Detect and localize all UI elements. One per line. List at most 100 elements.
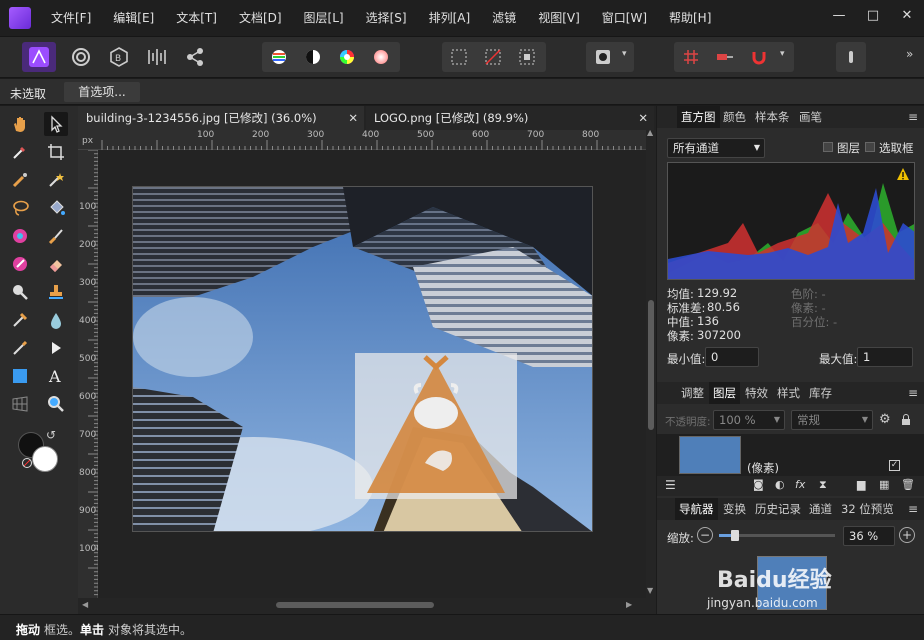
selection-marquee-icon[interactable] (444, 42, 474, 72)
invert-selection-icon[interactable] (512, 42, 542, 72)
export-persona-icon[interactable] (180, 42, 210, 72)
tab-colour[interactable]: 颜色 (723, 106, 746, 128)
vertical-scroll-thumb[interactable] (648, 300, 654, 430)
deselect-icon[interactable] (478, 42, 508, 72)
alignment-icon[interactable] (710, 42, 740, 72)
horizontal-scroll-thumb[interactable] (276, 602, 434, 608)
menu-edit[interactable]: 编辑[E] (102, 0, 165, 36)
minimize-button[interactable]: — (822, 0, 856, 36)
tab-stock[interactable]: 库存 (809, 382, 832, 404)
maximize-button[interactable]: □ (856, 0, 890, 36)
photo-persona-icon[interactable] (22, 42, 56, 72)
zoom-tool-icon[interactable] (44, 392, 68, 416)
crop-tool-icon[interactable] (44, 140, 68, 164)
paint-brush-tool-icon[interactable] (44, 224, 68, 248)
white-balance-icon[interactable] (366, 42, 396, 72)
tab-logo-document[interactable]: LOGO.png [已修改] (89.9%) ✕ (366, 106, 654, 130)
inpainting-brush-tool-icon[interactable] (8, 336, 32, 360)
min-input[interactable]: 0 (705, 347, 759, 367)
tab-swatches[interactable]: 样本条 (755, 106, 790, 128)
zoom-slider-handle[interactable] (731, 530, 739, 541)
hand-tool-icon[interactable] (8, 112, 32, 136)
canvas-area[interactable] (98, 150, 646, 598)
opacity-input[interactable]: 100 % ▼ (713, 410, 785, 430)
tab-building-document[interactable]: building-3-1234556.jpg [已修改] (36.0%) ✕ (78, 106, 364, 130)
menu-select[interactable]: 选择[S] (355, 0, 418, 36)
blur-tool-icon[interactable] (44, 308, 68, 332)
levels-icon[interactable] (264, 42, 294, 72)
move-tool-icon[interactable] (44, 112, 68, 136)
fx-icon[interactable]: fx (795, 478, 805, 491)
channel-select[interactable]: 所有通道 ▼ (667, 138, 765, 158)
panel-menu-icon[interactable]: ≡ (908, 382, 918, 404)
rectangle-tool-icon[interactable] (8, 364, 32, 388)
color-dodge-tool-icon[interactable] (8, 252, 32, 276)
tone-mapping-persona-icon[interactable] (142, 42, 172, 72)
secondary-color-swatch[interactable] (32, 446, 58, 472)
menu-filters[interactable]: 滤镜 (481, 0, 527, 36)
flood-fill-tool-icon[interactable] (44, 196, 68, 220)
selection-brush-tool-icon[interactable] (8, 168, 32, 192)
document-canvas[interactable] (132, 186, 593, 532)
chevron-down-icon[interactable]: ▾ (780, 49, 785, 59)
preferences-button[interactable]: 首选项... (64, 82, 140, 102)
contrast-icon[interactable] (298, 42, 328, 72)
tab-history[interactable]: 历史记录 (755, 498, 801, 520)
flood-select-tool-icon[interactable] (44, 168, 68, 192)
scroll-up-icon[interactable]: ▲ (647, 128, 653, 137)
lock-icon[interactable] (901, 414, 911, 426)
tab-histogram[interactable]: 直方图 (677, 106, 720, 128)
no-color-icon[interactable] (22, 458, 32, 468)
menu-file[interactable]: 文件[F] (40, 0, 102, 36)
pixel-layer-icon[interactable]: ▦ (879, 478, 889, 491)
live-filter-icon[interactable]: ⧗ (819, 478, 827, 492)
menu-window[interactable]: 窗口[W] (591, 0, 658, 36)
menu-layer[interactable]: 图层[L] (293, 0, 355, 36)
tab-transform[interactable]: 变换 (723, 498, 746, 520)
mask-icon[interactable]: ◙ (753, 478, 764, 491)
chevron-down-icon[interactable]: ▾ (622, 49, 627, 59)
lasso-tool-icon[interactable] (8, 196, 32, 220)
adjustment-icon[interactable]: ◐ (775, 478, 785, 491)
text-tool-icon[interactable]: A (44, 364, 68, 388)
liquify-persona-icon[interactable] (66, 42, 96, 72)
quick-mask-icon[interactable] (588, 42, 618, 72)
smudge-tool-icon[interactable] (8, 308, 32, 332)
tab-styles[interactable]: 样式 (777, 382, 800, 404)
develop-persona-icon[interactable]: B (104, 42, 134, 72)
magnet-icon[interactable] (744, 42, 774, 72)
mesh-warp-tool-icon[interactable] (8, 392, 32, 416)
tab-channels[interactable]: 通道 (809, 498, 832, 520)
clone-stamp-tool-icon[interactable] (44, 280, 68, 304)
panel-menu-icon[interactable]: ≡ (908, 498, 918, 520)
menu-view[interactable]: 视图[V] (527, 0, 591, 36)
dodge-tool-icon[interactable] (8, 280, 32, 304)
zoom-out-button[interactable]: − (697, 527, 713, 543)
tab-navigator[interactable]: 导航器 (675, 498, 718, 520)
horizontal-scrollbar[interactable]: ◀ ▶ (78, 598, 656, 614)
menu-arrange[interactable]: 排列[A] (418, 0, 482, 36)
layer-checkbox[interactable] (823, 142, 833, 152)
swap-colors-icon[interactable]: ↺ (46, 428, 56, 442)
scroll-right-icon[interactable]: ▶ (626, 600, 632, 609)
logo-overlay[interactable] (355, 353, 517, 499)
color-picker-tool-icon[interactable] (8, 140, 32, 164)
gear-icon[interactable]: ⚙ (879, 412, 891, 427)
panel-menu-icon[interactable]: ≡ (908, 106, 918, 128)
layer-row[interactable]: (像素) ✓ (657, 434, 924, 476)
tab-brushes[interactable]: 画笔 (799, 106, 822, 128)
eraser-tool-icon[interactable] (44, 252, 68, 276)
assistant-icon[interactable] (836, 42, 866, 72)
scroll-left-icon[interactable]: ◀ (82, 600, 88, 609)
color-replace-tool-icon[interactable] (8, 224, 32, 248)
toolbar-overflow-icon[interactable]: » (906, 47, 913, 61)
zoom-input[interactable]: 36 % (843, 526, 895, 546)
tab-effects[interactable]: 特效 (745, 382, 768, 404)
warning-icon[interactable] (896, 167, 910, 181)
close-icon[interactable]: ✕ (348, 106, 358, 130)
blend-mode-select[interactable]: 常规 ▼ (791, 410, 873, 430)
marquee-checkbox[interactable] (865, 142, 875, 152)
layer-visibility-checkbox[interactable]: ✓ (889, 460, 900, 471)
zoom-slider[interactable] (719, 530, 835, 541)
close-button[interactable]: ✕ (890, 0, 924, 36)
